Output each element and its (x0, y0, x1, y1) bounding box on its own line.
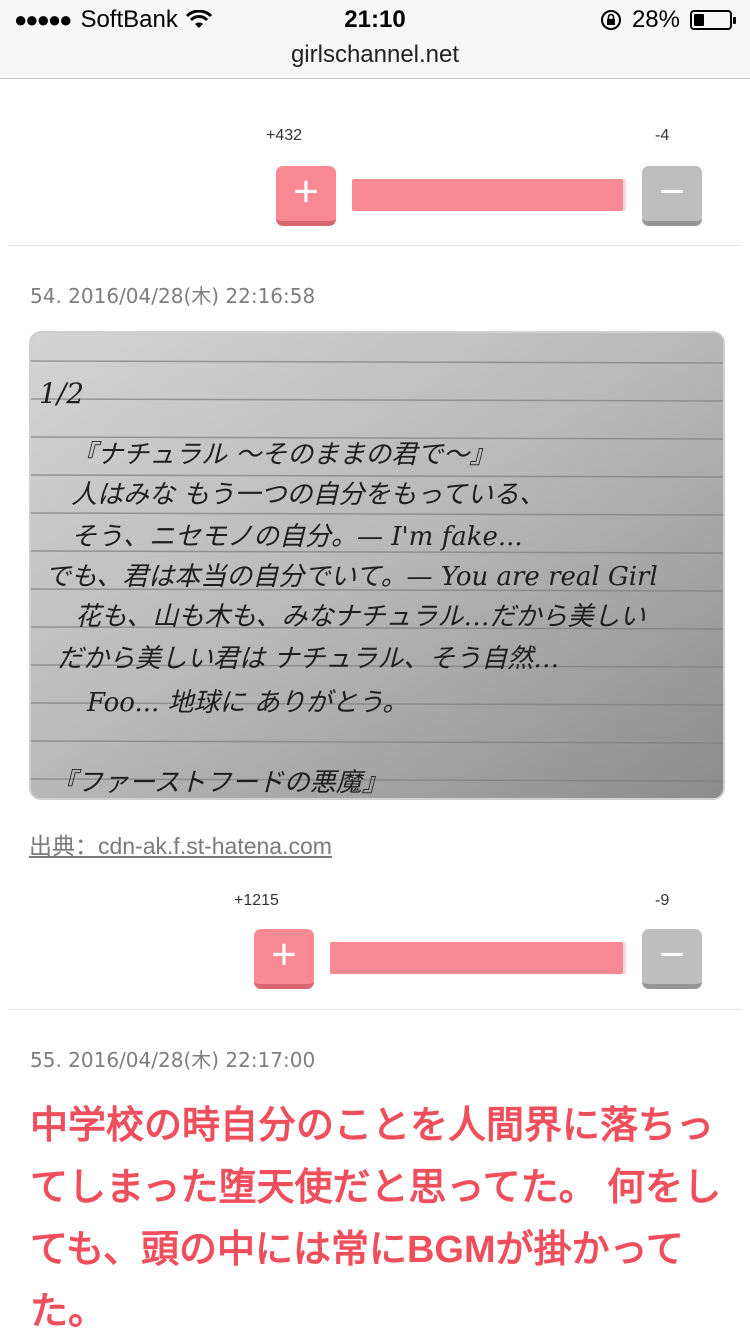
plus-count: +432 (266, 127, 303, 144)
divider (8, 1009, 742, 1010)
plus-count: +1215 (234, 892, 279, 909)
image-text-line: そう、ニセモノの自分。— I'm fake... (71, 522, 523, 552)
minus-count: -4 (655, 127, 670, 144)
minus-vote-button[interactable]: − (642, 166, 702, 226)
vote-ratio-bar (330, 942, 626, 974)
divider (8, 245, 742, 246)
image-text-line: でも、君は本当の自分でいて。— You are real Girl (45, 562, 658, 592)
notebook-photo: 1/2 『ナチュラル 〜そのままの君で〜』 人はみな もう一つの自分をもっている… (31, 333, 723, 798)
minus-vote-button[interactable]: − (642, 929, 702, 989)
image-text-line: 花も、山も木も、みなナチュラル…だから美しい (75, 602, 645, 632)
comment-image[interactable]: 1/2 『ナチュラル 〜そのままの君で〜』 人はみな もう一つの自分をもっている… (29, 331, 725, 800)
comment-meta: 54. 2016/04/28(木) 22:16:58 (30, 284, 316, 308)
image-text-line: 『ナチュラル 〜そのままの君で〜』 (71, 440, 495, 470)
image-text-line: 『ファーストフードの悪魔』 (51, 768, 388, 798)
image-text-line: Foo... 地球に ありがとう。 (86, 688, 408, 718)
status-bar: ●●●●● SoftBank 21:10 28% (0, 0, 750, 40)
rotation-lock-icon (600, 10, 621, 30)
comment-body: 中学校の時自分のことを人間界に落ちってしまった堕天使だと思ってた。 何をしても、… (30, 1105, 722, 1333)
battery-percent: 28% (631, 6, 680, 33)
image-text-line: 人はみな もう一つの自分をもっている、 (71, 480, 545, 510)
url-bar[interactable]: girlschannel.net (0, 40, 750, 79)
source-link[interactable]: 出典：cdn-ak.f.st-hatena.com (29, 827, 332, 861)
plus-vote-button[interactable]: + (254, 929, 314, 989)
url-text: girlschannel.net (290, 41, 460, 68)
image-text-line: だから美しい君は ナチュラル、そう自然… (57, 644, 559, 674)
minus-count: -9 (655, 892, 670, 909)
comment-meta: 55. 2016/04/28(木) 22:17:00 (30, 1048, 316, 1072)
plus-vote-button[interactable]: + (276, 166, 336, 226)
image-text-line: 1/2 (39, 377, 84, 410)
battery-icon (690, 10, 736, 30)
vote-ratio-bar (352, 179, 626, 211)
